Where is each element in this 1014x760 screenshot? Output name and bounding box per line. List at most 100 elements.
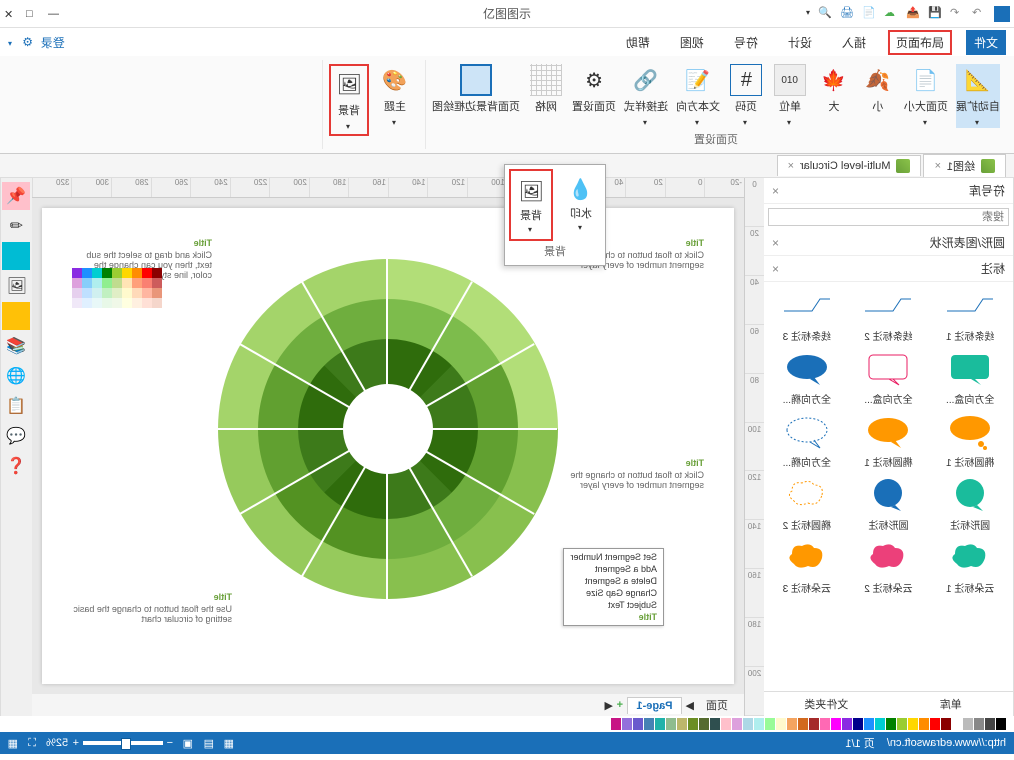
color-swatch[interactable] [820,718,830,730]
color-swatch[interactable] [831,718,841,730]
tab-help[interactable]: 帮助 [618,30,658,55]
color-swatch[interactable] [699,718,709,730]
tool-highlight-icon[interactable] [3,242,31,270]
color-swatch[interactable] [710,718,720,730]
view-mode-icon[interactable]: ▦ [224,737,234,750]
color-swatch[interactable] [886,718,896,730]
close-tab-icon[interactable]: × [788,160,794,172]
qat-dropdown-icon[interactable] [796,6,812,22]
shapes-header[interactable]: 圆形/图表形状× [764,230,1013,256]
annotation-4[interactable]: Title Use the float button to change the… [72,592,232,624]
pagesize-button[interactable]: 📄页面大小 [904,64,948,128]
color-swatch[interactable] [666,718,676,730]
color-swatch[interactable] [963,718,973,730]
next-page-icon[interactable]: ▶ [605,699,613,712]
canvas[interactable]: Title Click to float button to change th… [32,198,744,694]
tool-pin-icon[interactable]: 📌 [3,182,31,210]
section-close-icon[interactable]: × [772,262,779,276]
search-input[interactable] [768,208,1009,226]
background-button[interactable]: 🖼背景 [329,64,369,136]
export-icon[interactable]: 📤 [906,6,922,22]
color-swatch[interactable] [985,718,995,730]
tool-layers-icon[interactable]: 📚 [3,332,31,360]
shape-item[interactable]: 全方向椭... [768,412,846,469]
shape-item[interactable]: 线条标注 1 [931,286,1009,343]
tab-page-layout[interactable]: 页面布局 [888,30,952,55]
drawing-page[interactable]: Title Click to float button to change th… [42,208,734,684]
color-swatch[interactable] [897,718,907,730]
orientation-big-button[interactable]: 🍁大 [816,64,852,114]
add-page-icon[interactable]: + [617,699,623,711]
preview-icon[interactable]: 🔍 [818,6,834,22]
tool-image-icon[interactable]: 🖼 [3,272,31,300]
zoom-in-icon[interactable]: + [72,737,78,749]
color-palette[interactable] [72,268,162,308]
prev-page-icon[interactable]: ◀ [686,699,694,712]
color-swatch[interactable] [908,718,918,730]
zoom-control[interactable]: − + 52% [46,737,173,749]
annotation-3[interactable]: Title Click to float button to change th… [564,458,704,490]
color-swatch[interactable] [787,718,797,730]
grid-button[interactable]: 网格 [528,64,564,114]
lib-foot-folder[interactable]: 文件夹类 [764,692,889,716]
save-icon[interactable]: 💾 [928,6,944,22]
zoom-out-icon[interactable]: − [167,737,173,749]
color-swatch[interactable] [853,718,863,730]
shape-item[interactable]: 圆形标注 [850,475,928,532]
tool-note-icon[interactable] [3,302,31,330]
shape-item[interactable]: 云朵标注 1 [931,538,1009,595]
tool-globe-icon[interactable]: 🌐 [3,362,31,390]
print-icon[interactable]: 🖨 [840,6,856,22]
view-mode-icon[interactable]: ▤ [203,737,213,750]
color-swatch[interactable] [721,718,731,730]
color-swatch[interactable] [809,718,819,730]
view-mode-icon[interactable]: ▣ [183,737,193,750]
color-swatch[interactable] [677,718,687,730]
lib-foot-single[interactable]: 单库 [889,692,1014,716]
doc-tab-1[interactable]: 绘图1× [923,154,1006,177]
color-swatch[interactable] [776,718,786,730]
tab-insert[interactable]: 插入 [834,30,874,55]
section-close-icon[interactable]: × [772,236,779,250]
login-link[interactable]: 登录 [41,34,65,51]
page-tab-1[interactable]: Page-1 [627,697,681,714]
color-swatch[interactable] [644,718,654,730]
zoom-slider[interactable] [83,741,163,745]
orientation-small-button[interactable]: 🍂小 [860,64,896,114]
unit-button[interactable]: 010单位 [772,64,808,128]
color-swatch[interactable] [974,718,984,730]
fit-icon[interactable]: ⛶ [28,737,36,750]
close-tab-icon[interactable]: × [934,160,940,172]
color-swatch[interactable] [875,718,885,730]
popup-bg-button[interactable]: 🖼背景 [509,169,553,241]
shape-item[interactable]: 椭圆标注 2 [768,475,846,532]
shape-item[interactable]: 线条标注 2 [850,286,928,343]
annot-header[interactable]: 标注× [764,256,1013,282]
theme-button[interactable]: 🎨主题 [377,64,413,128]
shape-item[interactable]: 云朵标注 3 [768,538,846,595]
shape-item[interactable]: 云朵标注 2 [850,538,928,595]
minimize-icon[interactable]: — [48,8,60,20]
pageset-button[interactable]: ⚙页面设置 [572,64,616,114]
shape-item[interactable]: 圆形标注 [931,475,1009,532]
color-swatch[interactable] [732,718,742,730]
menu-icon[interactable] [994,6,1010,22]
color-swatch[interactable] [633,718,643,730]
tool-pen-icon[interactable]: ✏ [3,212,31,240]
color-swatch[interactable] [864,718,874,730]
circular-chart[interactable] [218,259,558,599]
grid-toggle-icon[interactable]: ▦ [8,737,18,750]
tab-file[interactable]: 文件 [966,30,1006,55]
tool-help-icon[interactable]: ❓ [3,452,31,480]
tab-view[interactable]: 视图 [672,30,712,55]
doc-icon[interactable]: 📄 [862,6,878,22]
color-swatch[interactable] [622,718,632,730]
shape-item[interactable]: 全方向椭... [768,349,846,406]
watermark-button[interactable]: 💧水印 [561,169,601,241]
tab-design[interactable]: 设计 [780,30,820,55]
color-swatch[interactable] [952,718,962,730]
shape-item[interactable]: 椭圆标注 1 [850,412,928,469]
color-swatch[interactable] [930,718,940,730]
undo-icon[interactable]: ↶ [972,6,988,22]
shape-item[interactable]: 线条标注 3 [768,286,846,343]
